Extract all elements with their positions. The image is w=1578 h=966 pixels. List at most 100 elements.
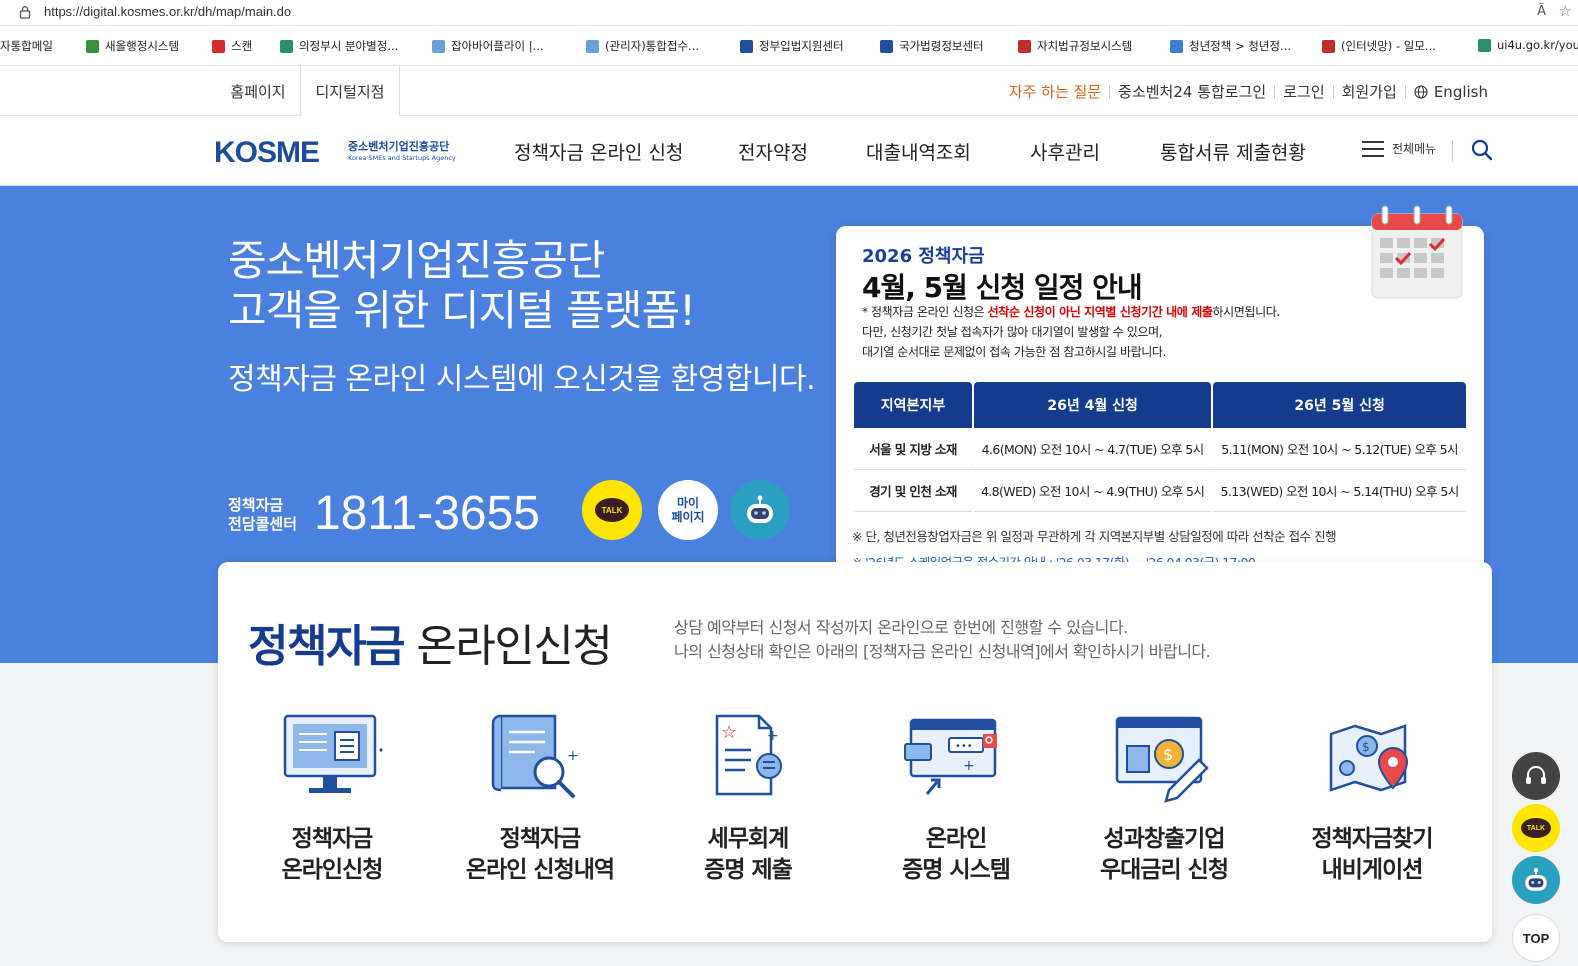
favorite-star-icon[interactable]: ☆ xyxy=(1559,2,1572,20)
online-application-panel: 정책자금 온라인신청 상담 예약부터 신청서 작성까지 온라인으로 한번에 진행… xyxy=(218,562,1492,942)
kakao-talk-button[interactable]: TALK xyxy=(582,480,642,540)
table-cell: 서울 및 지방 소재 xyxy=(854,428,972,470)
rate-pencil-icon: $ xyxy=(1115,716,1209,803)
svg-text:+: + xyxy=(767,728,779,744)
login-link[interactable]: 로그인 xyxy=(1283,81,1324,102)
search-icon[interactable] xyxy=(1470,138,1494,162)
bookmark-item[interactable]: 새올행정시스템 xyxy=(86,38,179,54)
service-online-certificate[interactable]: ••• + 온라인 증명 시스템 xyxy=(858,710,1054,886)
read-aloud-icon[interactable]: Ã xyxy=(1537,4,1546,19)
monitor-icon xyxy=(283,714,383,793)
service-online-application[interactable]: 정책자금 온라인신청 xyxy=(234,710,430,886)
bookmark-label: 의정부시 분야별정... xyxy=(299,39,399,53)
kakao-talk-icon: TALK xyxy=(595,498,629,522)
divider xyxy=(1404,84,1406,99)
bookmark-item[interactable]: 잡아바어플라이 |... xyxy=(432,38,544,54)
bookmark-label: 자치법규정보시스템 xyxy=(1037,39,1133,53)
document-submit-icon: ☆ + xyxy=(715,714,782,796)
service-application-history[interactable]: + 정책자금 온라인 신청내역 xyxy=(442,710,638,886)
english-link[interactable]: English xyxy=(1414,83,1488,101)
integrated-login-link[interactable]: 중소벤처24 통합로그인 xyxy=(1118,81,1266,102)
call-center-label-1: 정책자금 xyxy=(228,496,284,514)
bookmark-item[interactable]: 스캔 xyxy=(212,38,252,54)
nav-online-application[interactable]: 정책자금 온라인 신청 xyxy=(514,138,683,165)
lock-icon xyxy=(19,6,31,19)
url-field[interactable]: https://digital.kosmes.or.kr/dh/map/main… xyxy=(44,4,291,19)
bookmark-favicon-icon xyxy=(740,39,753,53)
divider xyxy=(1274,84,1276,99)
my-page-button[interactable]: 마이 페이지 xyxy=(658,480,718,540)
nav-post-management[interactable]: 사후관리 xyxy=(1030,138,1100,165)
faq-link[interactable]: 자주 하는 질문 xyxy=(1009,81,1101,102)
service-label: 정책자금 온라인신청 xyxy=(234,824,430,886)
divider xyxy=(1452,140,1453,162)
column-header: 26년 5월 신청 xyxy=(1213,382,1466,428)
bookmark-item[interactable]: 청년정책 > 청년정... xyxy=(1170,38,1291,54)
headset-icon xyxy=(1526,766,1546,784)
bookmark-label: 국가법령정보센터 xyxy=(899,39,984,53)
bookmark-item[interactable]: 국가법령정보센터 xyxy=(880,38,984,54)
notice-title: 4월, 5월 신청 일정 안내 xyxy=(862,271,1143,304)
table-cell: 경기 및 인천 소재 xyxy=(854,470,972,512)
bookmark-label: 새올행정시스템 xyxy=(105,39,180,53)
nav-document-status[interactable]: 통합서류 제출현황 xyxy=(1160,138,1306,165)
all-menu-button[interactable]: 전체메뉴 xyxy=(1362,140,1436,157)
nav-loan-history[interactable]: 대출내역조회 xyxy=(866,138,971,165)
bookmark-item[interactable]: (관리자)통합접수... xyxy=(586,38,699,54)
calendar-icon xyxy=(1371,205,1463,299)
main-navigation: KOSME 중소벤처기업진흥공단 Korea SMEs and Startups… xyxy=(0,116,1578,186)
join-link[interactable]: 회원가입 xyxy=(1342,81,1397,102)
divider xyxy=(1332,84,1334,99)
service-fund-navigation[interactable]: $ 정책자금찾기 내비게이션 xyxy=(1274,710,1470,886)
hero-welcome: 정책자금 온라인 시스템에 오신것을 환영합니다. xyxy=(228,362,816,397)
call-center-label-2: 전담콜센터 xyxy=(228,515,298,533)
map-pin-icon: $ xyxy=(1329,724,1409,792)
bookmark-item[interactable]: 자통합메일 xyxy=(0,38,53,54)
kosme-logo[interactable]: KOSME 중소벤처기업진흥공단 Korea SMEs and Startups… xyxy=(214,136,459,169)
floating-kakao-button[interactable]: TALK xyxy=(1512,804,1560,852)
section-title-light: 온라인신청 xyxy=(416,621,612,672)
service-label: 정책자금찾기 내비게이션 xyxy=(1274,824,1470,886)
service-tax-certificate[interactable]: ☆ + 세무회계 증명 제출 xyxy=(650,710,846,886)
section-title: 정책자금 온라인신청 xyxy=(248,610,613,674)
scroll-top-button[interactable]: TOP xyxy=(1512,914,1560,962)
schedule-notice-card: 2026 정책자금 4월, 5월 신청 일정 안내 * 정책자금 온라인 신청은… xyxy=(836,205,1484,582)
service-label-1: 정책자금 xyxy=(499,826,582,852)
service-preferential-rate[interactable]: $ 성과창출기업 우대금리 신청 xyxy=(1066,710,1262,886)
customer-support-button[interactable] xyxy=(1512,752,1560,800)
service-label-2: 증명 시스템 xyxy=(902,857,1011,883)
service-label: 온라인 증명 시스템 xyxy=(858,824,1054,886)
english-label: English xyxy=(1433,82,1488,101)
section-desc-line-2: 나의 신청상태 확인은 아래의 [정책자금 온라인 신청내역]에서 확인하시기 … xyxy=(674,642,1211,661)
tab-digital-branch[interactable]: 디지털지점 xyxy=(300,66,400,117)
hamburger-icon xyxy=(1362,140,1384,157)
bookmark-favicon-icon xyxy=(1322,39,1335,53)
bookmark-favicon-icon xyxy=(86,39,99,53)
bookmark-label: ui4u.go.kr/you xyxy=(1497,38,1578,52)
notice-desc-line-1: * 정책자금 온라인 신청은 선착순 신청이 아닌 지역별 신청기간 내에 제출… xyxy=(862,302,1322,322)
bookmark-item[interactable]: 의정부시 분야별정... xyxy=(280,38,398,54)
utility-bar: 홈페이지 디지털지점 자주 하는 질문 중소벤처24 통합로그인 로그인 회원가… xyxy=(0,66,1578,117)
column-header: 26년 4월 신청 xyxy=(974,382,1212,428)
floating-chatbot-button[interactable] xyxy=(1512,856,1560,904)
call-center-number[interactable]: 1811-3655 xyxy=(314,486,540,541)
bookmark-item[interactable]: 자치법규정보시스템 xyxy=(1018,38,1132,54)
nav-e-contract[interactable]: 전자약정 xyxy=(738,138,808,165)
bookmark-label: 청년정책 > 청년정... xyxy=(1189,39,1291,53)
tab-homepage[interactable]: 홈페이지 xyxy=(218,66,298,116)
chatbot-button[interactable] xyxy=(730,480,790,540)
bookmark-item[interactable]: ui4u.go.kr/you xyxy=(1478,38,1578,52)
my-page-label: 마이 페이지 xyxy=(671,496,704,524)
table-header-row: 지역본지부 26년 4월 신청 26년 5월 신청 xyxy=(854,382,1466,428)
bookmark-label: 자통합메일 xyxy=(0,39,53,53)
bookmark-item[interactable]: 정부입법지원센터 xyxy=(740,38,844,54)
bookmark-item[interactable]: (인터넷망) - 일모... xyxy=(1322,38,1436,54)
section-description: 상담 예약부터 신청서 작성까지 온라인으로 한번에 진행할 수 있습니다. 나… xyxy=(674,616,1211,664)
table-row: 서울 및 지방 소재 4.6(MON) 오전 10시 ~ 4.7(TUE) 오후… xyxy=(854,428,1466,470)
my-page-label-1: 마이 xyxy=(676,496,700,510)
notice-desc-highlight: 선착순 신청이 아닌 지역별 신청기간 내에 제출 xyxy=(987,305,1213,319)
bookmark-favicon-icon xyxy=(1170,39,1183,53)
section-desc-line-1: 상담 예약부터 신청서 작성까지 온라인으로 한번에 진행할 수 있습니다. xyxy=(674,618,1128,637)
bookmark-favicon-icon xyxy=(212,39,225,53)
svg-text:$: $ xyxy=(1163,745,1173,764)
